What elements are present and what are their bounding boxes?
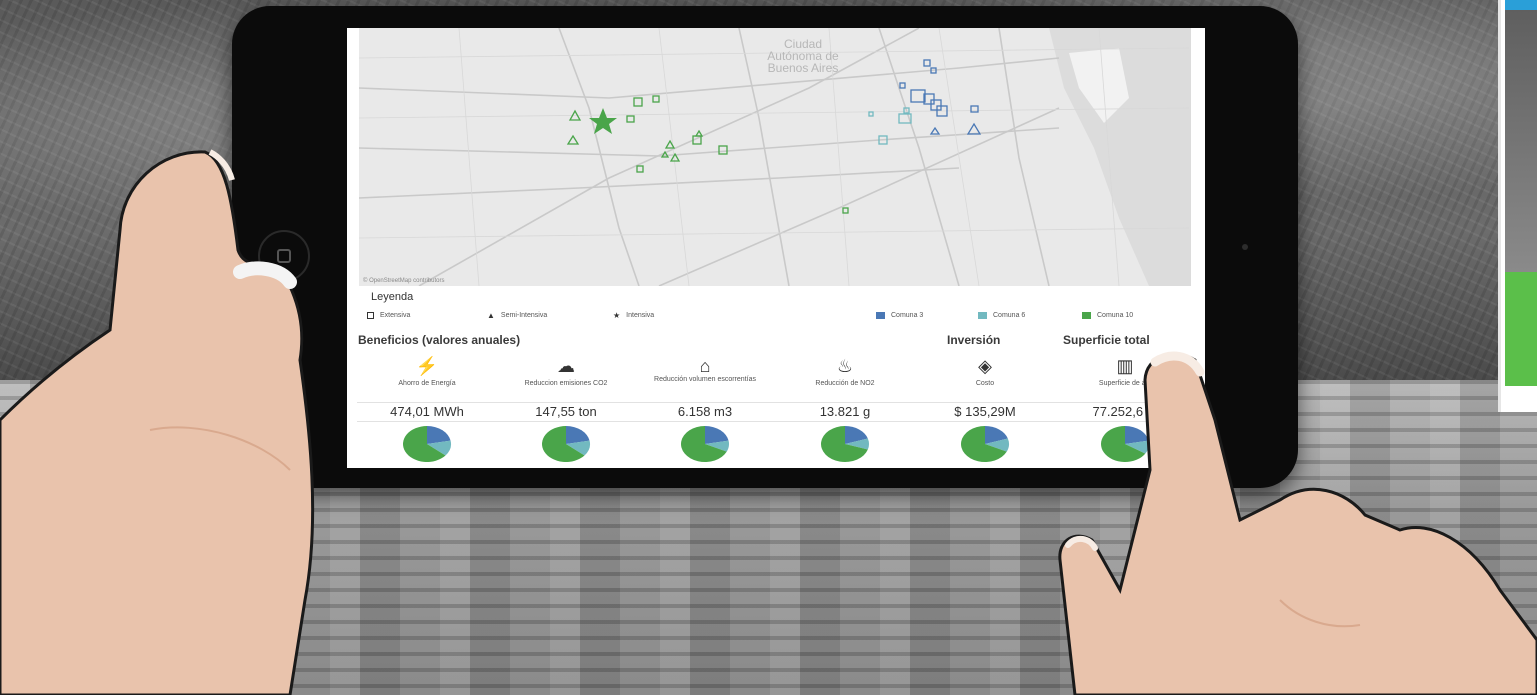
hands-overlay	[0, 149, 1537, 695]
